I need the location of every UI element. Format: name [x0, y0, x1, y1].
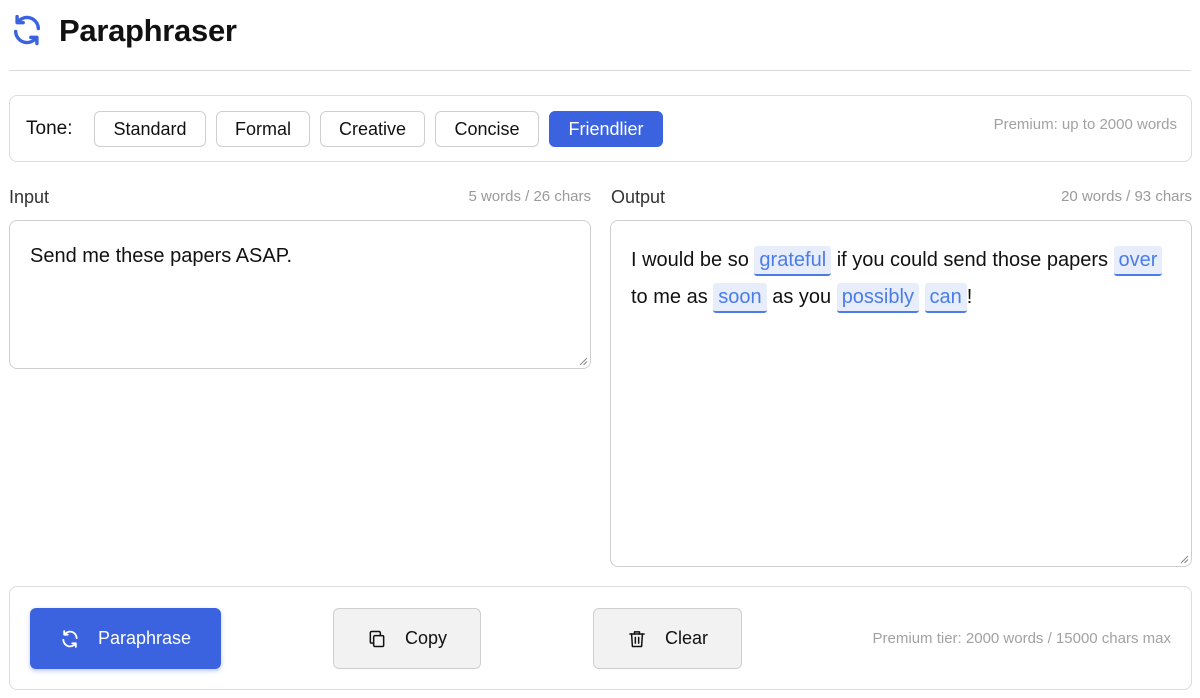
action-panel: Paraphrase Copy Clear Premium tier: 2000…: [9, 586, 1192, 690]
clear-button[interactable]: Clear: [593, 608, 742, 669]
output-segment: if you could send those papers: [831, 249, 1114, 271]
paraphrase-label: Paraphrase: [97, 628, 192, 648]
premium-note: Premium: up to 2000 words: [993, 116, 1177, 133]
input-textarea[interactable]: Send me these papers ASAP.: [9, 220, 591, 369]
input-label: Input: [9, 187, 50, 207]
output-segment: as you: [766, 286, 837, 308]
changed-word: can: [924, 283, 967, 313]
changed-word: grateful: [754, 246, 832, 276]
clear-label: Clear: [664, 628, 708, 648]
trash-icon: [629, 630, 645, 647]
paraphrase-button[interactable]: Paraphrase: [30, 608, 221, 669]
resize-handle-icon[interactable]: [578, 356, 588, 366]
output-count: 20 words / 93 chars: [1061, 188, 1192, 205]
changed-word: soon: [713, 283, 767, 313]
input-count: 5 words / 26 chars: [468, 188, 591, 205]
tone-panel: Tone: Standard Formal Creative Concise F…: [9, 95, 1192, 162]
output-text: I would be so grateful if you could send…: [631, 242, 1171, 316]
output-segment: to me as: [631, 286, 714, 308]
tone-creative-button[interactable]: Creative: [320, 111, 425, 147]
changed-word: possibly: [836, 283, 919, 313]
changed-word: over: [1113, 246, 1163, 276]
app-title: Paraphraser: [59, 13, 237, 48]
output-segment: !: [966, 286, 973, 308]
tone-formal-button[interactable]: Formal: [216, 111, 310, 147]
tone-label: Tone:: [26, 118, 73, 139]
tone-standard-button[interactable]: Standard: [94, 111, 206, 147]
tone-friendlier-button[interactable]: Friendlier: [549, 111, 663, 147]
refresh-icon: [13, 14, 41, 46]
app-header: Paraphraser: [9, 0, 1191, 71]
resize-handle-icon[interactable]: [1179, 554, 1189, 564]
output-segment: I would be so: [631, 249, 755, 271]
input-text[interactable]: Send me these papers ASAP.: [30, 245, 292, 268]
output-textarea[interactable]: I would be so grateful if you could send…: [610, 220, 1192, 567]
copy-button[interactable]: Copy: [333, 608, 481, 669]
refresh-icon: [62, 629, 78, 648]
copy-icon: [369, 630, 385, 647]
output-segment: [919, 286, 925, 308]
copy-label: Copy: [404, 628, 448, 648]
tier-note: Premium tier: 2000 words / 15000 chars m…: [872, 630, 1171, 647]
output-label: Output: [611, 187, 666, 207]
tone-concise-button[interactable]: Concise: [435, 111, 539, 147]
